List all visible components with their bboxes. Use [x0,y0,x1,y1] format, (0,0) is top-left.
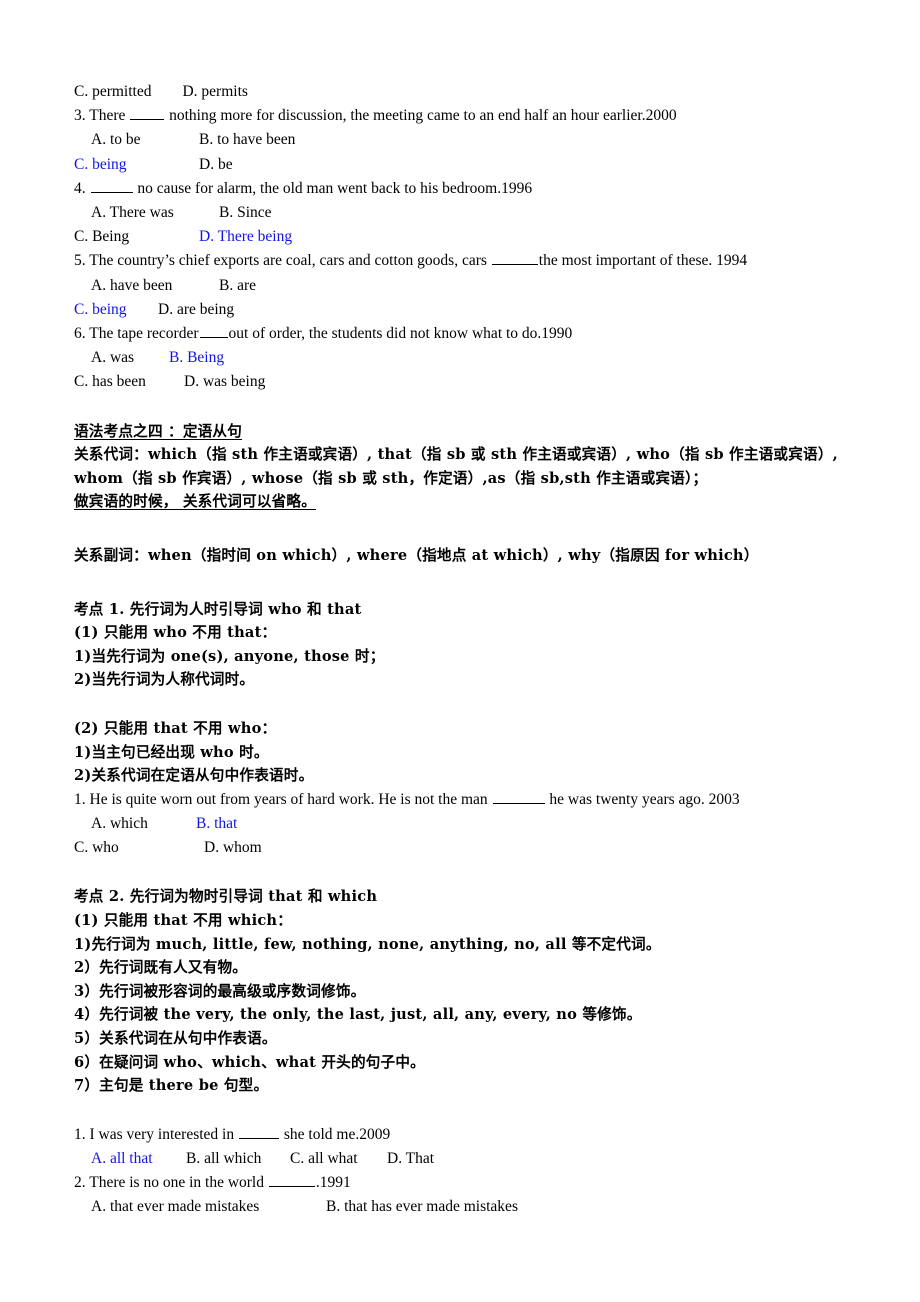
point-2-item: 1)先行词为 much, little, few, nothing, none,… [74,935,661,953]
question-stem-post: nothing more for discussion, the meeting… [165,107,677,125]
option-a[interactable]: A. have been [91,274,219,298]
question-stem: 6. The tape recorder out of order, the st… [74,322,864,346]
question-stem-post: no cause for alarm, the old man went bac… [133,179,533,197]
option-d[interactable]: D. be [199,153,233,177]
option-b[interactable]: B. Since [219,201,272,225]
relative-pronouns-line-1: 关系代词：which（指 sth 作主语或宾语）, that（指 sb 或 st… [74,446,838,464]
point-2-heading: 考点 2. 先行词为物时引导词 that 和 which [74,888,378,906]
previous-question-options: C. permitted D. permits [74,83,248,100]
option-a[interactable]: A. was [91,346,169,370]
point-2-sub-a-label: (1) 只能用 that 不用 which： [74,911,293,929]
document-page: C. permitted D. permits 3. There nothing… [0,0,920,1302]
question-stem: 5. The country’s chief exports are coal,… [74,249,864,273]
point-2-item: 2）先行词既有人又有物。 [74,959,248,977]
question-stem-pre: 6. The tape recorder [74,325,199,343]
option-a[interactable]: A. to be [91,128,199,152]
point-2-item: 7）主句是 there be 句型。 [74,1077,269,1095]
question-stem-pre: 4. [74,179,90,197]
option-row: A. have been B. are [74,274,864,298]
option-a[interactable]: A. all that [91,1147,186,1171]
question-stem-pre: 5. The country’s chief exports are coal,… [74,252,491,270]
answer-blank [268,1173,315,1188]
option-c[interactable]: C. being [74,298,158,322]
question-stem-pre: 1. He is quite worn out from years of ha… [74,790,492,808]
option-b[interactable]: B. all which [186,1147,290,1171]
point-1-sub-b-item: 1)当主句已经出现 who 时。 [74,743,269,761]
question-stem-post: she told me.2009 [280,1125,391,1143]
section-four-title: 语法考点之四 ：定语从句 [74,420,864,444]
option-b[interactable]: B. are [219,274,256,298]
point-2-item: 3）先行词被形容词的最高级或序数词修饰。 [74,982,366,1000]
option-a[interactable]: A. that ever made mistakes [91,1195,326,1219]
option-row: A. was B. Being [74,346,864,370]
option-c[interactable]: C. all what [290,1147,387,1171]
omission-note-text: 做宾语的时候， 关系代词可以省略。 [74,493,316,511]
point-1-sub-a-label: (1) 只能用 who 不用 that： [74,624,277,642]
point-1-sub-b-label: (2) 只能用 that 不用 who： [74,719,277,737]
option-b[interactable]: B. that [196,812,237,836]
option-d[interactable]: D. are being [158,298,234,322]
document-content: C. permitted D. permits 3. There nothing… [74,80,864,1220]
relative-pronouns-line-2: whom（指 sb 作宾语）, whose（指 sb 或 sth，作定语）,as… [74,469,708,487]
point-1-sub-a-item: 1)当先行词为 one(s), anyone, those 时； [74,647,385,665]
answer-blank [492,790,545,804]
option-row: A. all that B. all which C. all what D. Tha… [74,1147,864,1171]
option-row: A. which B. that [74,812,864,836]
option-row: A. to be B. to have been [74,128,864,152]
option-row: A. that ever made mistakes B. that has ev… [74,1195,864,1219]
option-d[interactable]: D. was being [184,370,265,394]
option-c[interactable]: C. who [74,836,204,860]
option-b[interactable]: B. Being [169,346,224,370]
option-c[interactable]: C. has been [74,370,184,394]
question-stem: 2. There is no one in the world .1991 [74,1171,864,1195]
option-row: C. being D. are being [74,298,864,322]
option-row: C. being D. be [74,153,864,177]
option-d[interactable]: D. There being [199,225,292,249]
question-stem: 1. He is quite worn out from years of ha… [74,788,864,812]
relative-adverbs-line: 关系副词：when（指时间 on which）, where（指地点 at wh… [74,547,759,565]
point-2-item: 4）先行词被 the very, the only, the last, jus… [74,1006,642,1024]
option-d[interactable]: D. That [387,1147,434,1171]
option-row: A. There was B. Since [74,201,864,225]
question-stem: 4. no cause for alarm, the old man went … [74,177,864,201]
option-c[interactable]: C. being [74,153,199,177]
option-b[interactable]: B. to have been [199,128,295,152]
option-b[interactable]: B. that has ever made mistakes [326,1195,518,1219]
question-stem: 1. I was very interested in she told me.… [74,1123,864,1147]
question-stem-pre: 3. There [74,107,130,125]
question-stem-post: the most important of these. 1994 [538,252,748,270]
point-2-item: 6）在疑问词 who、which、what 开头的句子中。 [74,1053,425,1071]
point-2-item: 5）关系代词在从句中作表语。 [74,1029,277,1047]
section-four-title-text: 语法考点之四 ：定语从句 [74,422,243,440]
option-c[interactable]: C. Being [74,225,199,249]
option-row: C. who D. whom [74,836,864,860]
question-stem-post: he was twenty years ago. 2003 [545,790,740,808]
question-stem-pre: 2. There is no one in the world [74,1174,268,1192]
question-stem: 3. There nothing more for discussion, th… [74,104,864,128]
option-a[interactable]: A. which [91,812,196,836]
point-1-heading: 考点 1. 先行词为人时引导词 who 和 that [74,600,362,618]
answer-blank [90,179,133,193]
answer-blank [491,251,538,266]
option-row: C. Being D. There being [74,225,864,249]
omission-note: 做宾语的时候， 关系代词可以省略。 [74,490,864,514]
point-1-sub-b-item: 2)关系代词在定语从句中作表语时。 [74,767,314,785]
question-stem-post: out of order, the students did not know … [228,325,573,343]
option-d[interactable]: D. whom [204,836,262,860]
answer-blank [239,1125,279,1139]
option-row: C. has been D. was being [74,370,864,394]
question-stem-pre: 1. I was very interested in [74,1125,238,1143]
answer-blank [130,106,165,121]
answer-blank [199,324,228,339]
point-1-sub-a-item: 2)当先行词为人称代词时。 [74,671,255,689]
question-stem-post: .1991 [315,1174,351,1192]
option-a[interactable]: A. There was [91,201,219,225]
